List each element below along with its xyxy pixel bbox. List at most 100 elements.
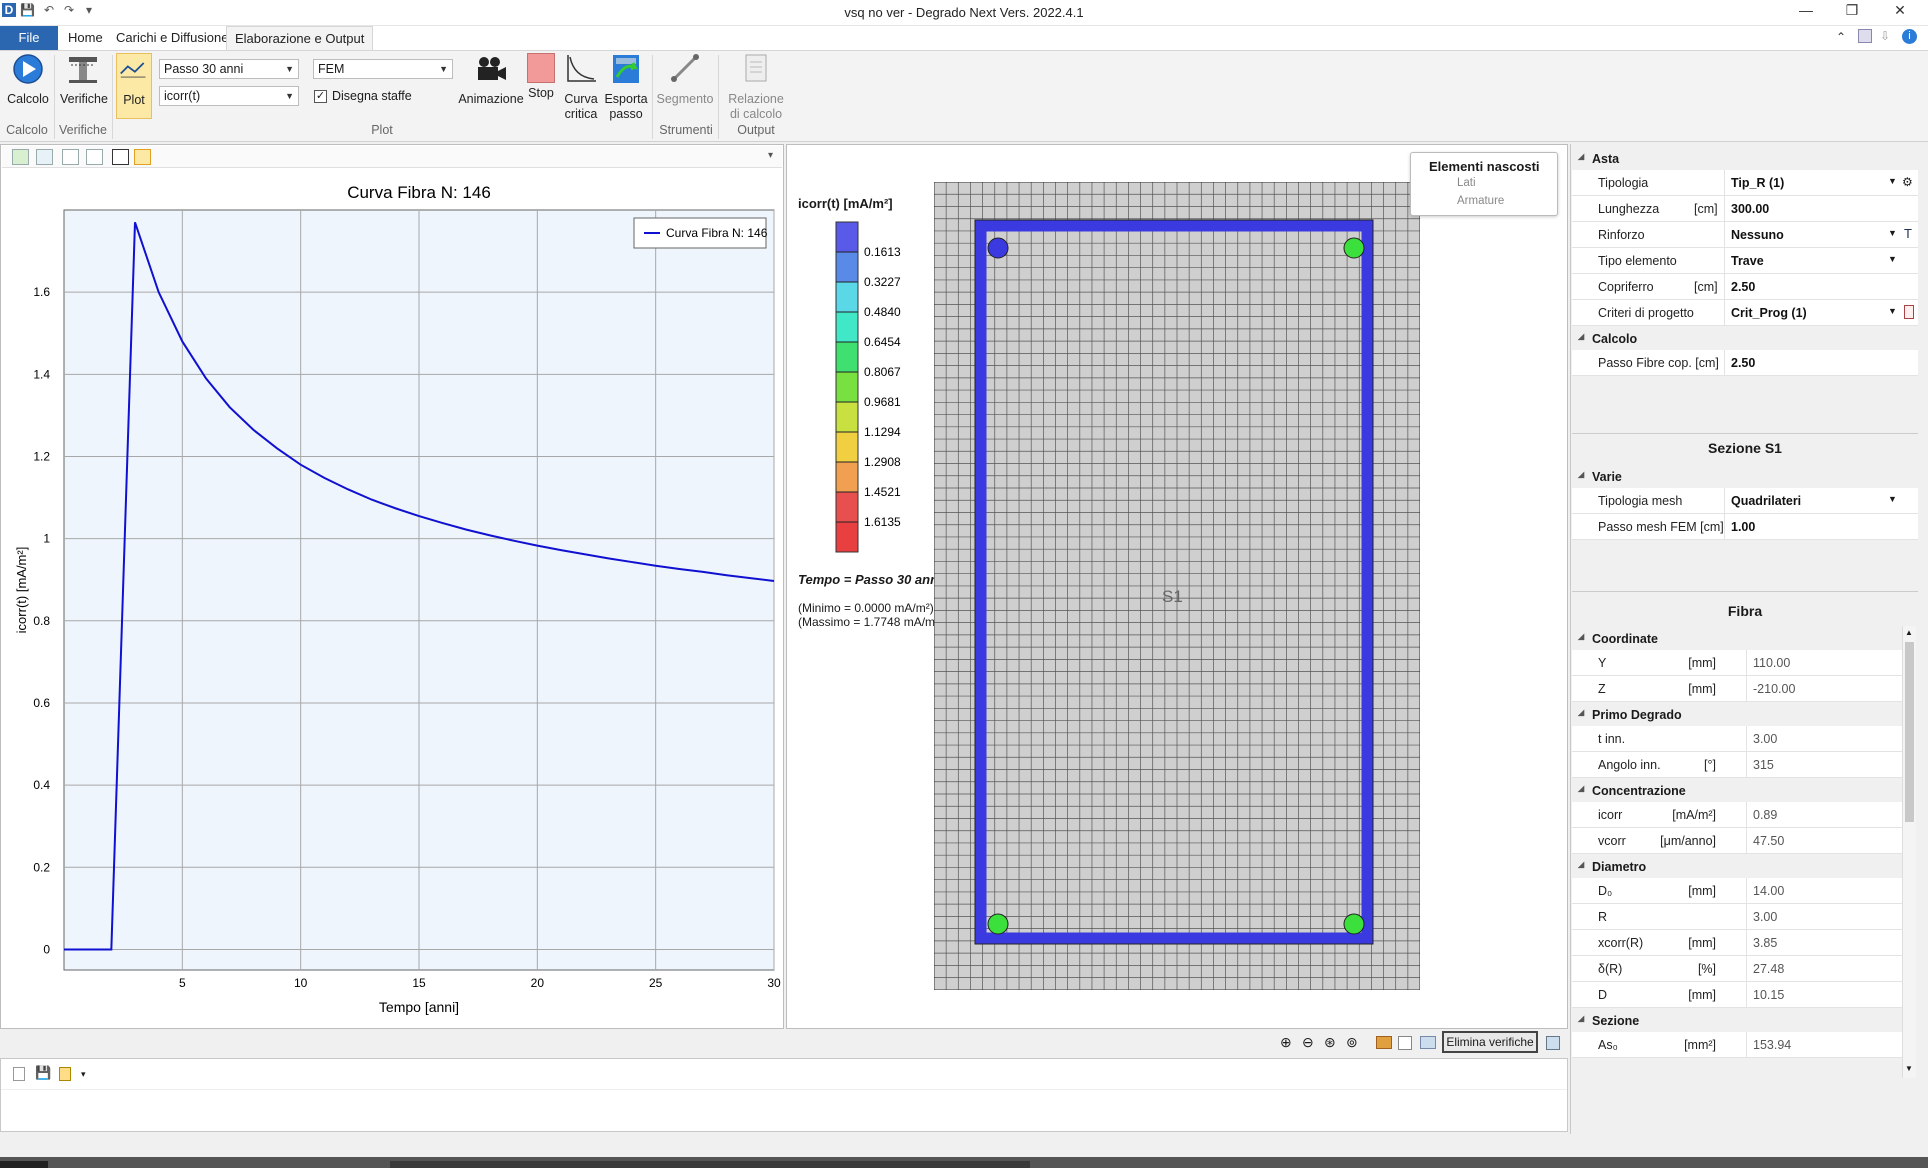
stop-button[interactable]: Stop bbox=[526, 53, 556, 101]
reinforcement-icon[interactable]: T bbox=[1904, 226, 1912, 241]
taskbar-item[interactable] bbox=[390, 1161, 1030, 1168]
prop-value[interactable]: 1.00 bbox=[1724, 514, 1918, 539]
tab-home[interactable]: Home bbox=[60, 26, 111, 50]
prop-row[interactable]: R 3.00 bbox=[1572, 904, 1902, 930]
settings-icon[interactable] bbox=[1546, 1036, 1560, 1050]
hidden-lati[interactable]: Lati bbox=[1457, 177, 1476, 189]
eraser-icon[interactable] bbox=[86, 149, 103, 165]
criteria-icon[interactable] bbox=[1904, 305, 1914, 319]
hidden-armature[interactable]: Armature bbox=[1457, 195, 1504, 207]
panel-menu-icon[interactable]: ▾ bbox=[768, 150, 773, 161]
edit-icon[interactable]: ⚙ bbox=[1902, 175, 1913, 189]
bar[interactable] bbox=[987, 913, 1009, 935]
scrollbar[interactable]: ▲ ▼ bbox=[1902, 626, 1916, 1078]
tab-carichi[interactable]: Carichi e Diffusione bbox=[108, 26, 236, 50]
segmento-label: Segmento bbox=[656, 92, 714, 106]
zoom-in-icon[interactable]: ⊕ bbox=[1280, 1034, 1292, 1051]
bar[interactable] bbox=[1343, 237, 1365, 259]
zoom-all-icon[interactable]: ⊚ bbox=[1346, 1034, 1358, 1051]
image-export-icon[interactable] bbox=[1420, 1036, 1436, 1049]
category-primo[interactable]: Primo Degrado bbox=[1572, 702, 1902, 726]
scroll-up-icon[interactable]: ▲ bbox=[1905, 628, 1913, 637]
category-varie[interactable]: Varie bbox=[1572, 464, 1918, 488]
segmento-button[interactable]: Segmento bbox=[656, 53, 714, 107]
minimize-button[interactable]: — bbox=[1786, 2, 1826, 22]
animazione-button[interactable]: Animazione bbox=[458, 53, 524, 107]
calcolo-button[interactable]: Calcolo bbox=[6, 53, 50, 107]
prop-criteri[interactable]: Criteri di progetto Crit_Prog (1) ▼ bbox=[1572, 300, 1918, 326]
category-asta[interactable]: Asta bbox=[1572, 146, 1918, 170]
tab-elaborazione[interactable]: Elaborazione e Output bbox=[226, 26, 374, 50]
prop-row[interactable]: As₀ [mm²] 153.94 bbox=[1572, 1032, 1902, 1058]
relazione-button[interactable]: Relazione di calcolo bbox=[724, 53, 788, 122]
fem-combo[interactable]: FEM ▼ bbox=[313, 59, 453, 79]
prop-row[interactable]: icorr [mA/m²] 0.89 bbox=[1572, 802, 1902, 828]
prop-unit: [cm] bbox=[1694, 202, 1718, 216]
zoom-extent-icon[interactable] bbox=[112, 149, 129, 165]
collapse-ribbon-icon[interactable]: ⌃ bbox=[1836, 30, 1846, 44]
new-doc-icon[interactable] bbox=[13, 1067, 25, 1081]
category-coordinate[interactable]: Coordinate bbox=[1572, 626, 1902, 650]
prop-row[interactable]: Y [mm] 110.00 bbox=[1572, 650, 1902, 676]
prop-row[interactable]: D [mm] 10.15 bbox=[1572, 982, 1902, 1008]
download-icon[interactable]: ⇩ bbox=[1880, 29, 1890, 43]
prop-passo-mesh[interactable]: Passo mesh FEM [cm] 1.00 bbox=[1572, 514, 1918, 540]
open-icon[interactable] bbox=[12, 149, 29, 165]
chevron-down-icon[interactable]: ▼ bbox=[1888, 254, 1897, 264]
esporta-passo-button[interactable]: Esporta passo bbox=[604, 53, 648, 122]
export-doc-icon[interactable] bbox=[59, 1067, 71, 1081]
save-icon[interactable]: 💾 bbox=[35, 1065, 51, 1081]
new-icon[interactable] bbox=[62, 149, 79, 165]
chevron-down-icon[interactable]: ▼ bbox=[1888, 176, 1897, 186]
passo-combo[interactable]: Passo 30 anni ▼ bbox=[159, 59, 299, 79]
prop-row[interactable]: D₀ [mm] 14.00 bbox=[1572, 878, 1902, 904]
prop-tipo-elemento[interactable]: Tipo elemento Trave ▼ bbox=[1572, 248, 1918, 274]
chevron-down-icon[interactable]: ▼ bbox=[1888, 494, 1897, 504]
curva-critica-button[interactable]: Curva critica bbox=[560, 53, 602, 122]
prop-row[interactable]: xcorr(R) [mm] 3.85 bbox=[1572, 930, 1902, 956]
prop-value[interactable]: 300.00 bbox=[1724, 196, 1918, 221]
icorr-combo[interactable]: icorr(t) ▼ bbox=[159, 86, 299, 106]
zoom-out-icon[interactable]: ⊖ bbox=[1302, 1034, 1314, 1051]
prop-passo-fibre[interactable]: Passo Fibre cop. [cm] 2.50 bbox=[1572, 350, 1918, 376]
taskbar-item[interactable] bbox=[0, 1161, 48, 1168]
restore-button[interactable]: ❐ bbox=[1832, 2, 1872, 22]
prop-row[interactable]: Z [mm] -210.00 bbox=[1572, 676, 1902, 702]
menu-icon[interactable]: ▾ bbox=[81, 1069, 86, 1080]
list-icon[interactable] bbox=[134, 149, 151, 165]
bar[interactable] bbox=[1343, 913, 1365, 935]
prop-row[interactable]: Angolo inn. [°] 315 bbox=[1572, 752, 1902, 778]
ruler-icon[interactable] bbox=[1376, 1036, 1392, 1049]
prop-row[interactable]: t inn. 3.00 bbox=[1572, 726, 1902, 752]
image-icon[interactable] bbox=[36, 149, 53, 165]
scroll-down-icon[interactable]: ▼ bbox=[1905, 1064, 1913, 1073]
bar-highlighted[interactable] bbox=[987, 237, 1009, 259]
verifiche-button[interactable]: Verifiche bbox=[60, 53, 108, 107]
category-conc[interactable]: Concentrazione bbox=[1572, 778, 1902, 802]
prop-value[interactable]: 2.50 bbox=[1724, 350, 1918, 375]
category-sez[interactable]: Sezione bbox=[1572, 1008, 1902, 1032]
chevron-down-icon[interactable]: ▼ bbox=[1888, 306, 1897, 316]
prop-row[interactable]: δ(R) [%] 27.48 bbox=[1572, 956, 1902, 982]
info-icon[interactable]: i bbox=[1902, 29, 1917, 44]
section-drawing[interactable] bbox=[934, 182, 1420, 990]
category-calcolo[interactable]: Calcolo bbox=[1572, 326, 1918, 350]
pdf-icon[interactable] bbox=[1398, 1036, 1412, 1050]
tab-file[interactable]: File bbox=[0, 26, 58, 50]
zoom-window-icon[interactable]: ⊛ bbox=[1324, 1034, 1336, 1051]
prop-row[interactable]: vcorr [μm/anno] 47.50 bbox=[1572, 828, 1902, 854]
prop-copriferro[interactable]: Copriferro [cm] 2.50 bbox=[1572, 274, 1918, 300]
prop-lunghezza[interactable]: Lunghezza [cm] 300.00 bbox=[1572, 196, 1918, 222]
category-diam[interactable]: Diametro bbox=[1572, 854, 1902, 878]
layout-icon[interactable] bbox=[1858, 29, 1872, 43]
chevron-down-icon[interactable]: ▼ bbox=[1888, 228, 1897, 238]
elimina-verifiche-button[interactable]: Elimina verifiche bbox=[1442, 1031, 1538, 1053]
plot-button[interactable]: Plot bbox=[116, 53, 152, 119]
prop-tipologia[interactable]: Tipologia Tip_R (1) ▼ ⚙ bbox=[1572, 170, 1918, 196]
prop-rinforzo[interactable]: Rinforzo Nessuno ▼ T bbox=[1572, 222, 1918, 248]
scroll-thumb[interactable] bbox=[1905, 642, 1914, 822]
prop-value[interactable]: 2.50 bbox=[1724, 274, 1918, 299]
close-button[interactable]: ✕ bbox=[1880, 2, 1920, 22]
prop-tipologia-mesh[interactable]: Tipologia mesh Quadrilateri ▼ bbox=[1572, 488, 1918, 514]
disegna-staffe-checkbox[interactable]: ✓ bbox=[314, 90, 327, 103]
